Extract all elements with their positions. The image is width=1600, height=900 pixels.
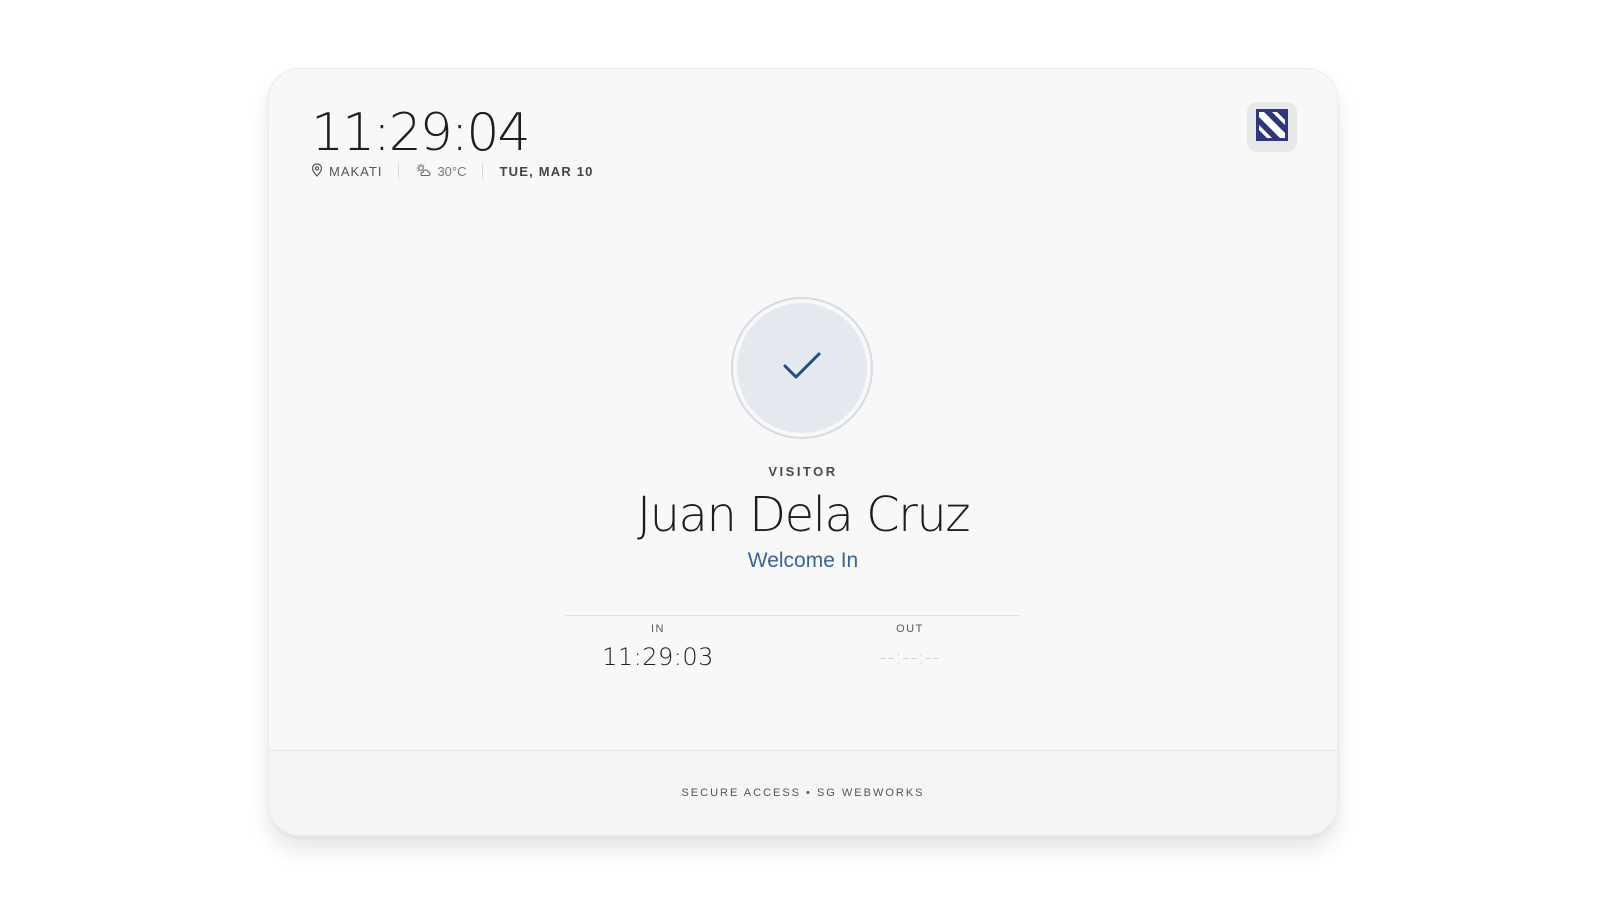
location-label: MAKATI (329, 163, 383, 179)
brand-logo-button[interactable] (1247, 102, 1297, 152)
sg-logo-icon (1256, 108, 1288, 146)
time-in-value: 11:29:03 (602, 643, 714, 671)
info-bar: MAKATI 30°C TUE, MAR 10 (311, 161, 594, 181)
weather: 30°C (415, 163, 466, 180)
time-in: IN 11:29:03 (558, 621, 758, 671)
temperature-label: 30°C (437, 163, 467, 179)
divider (482, 163, 484, 179)
time-in-label: IN (651, 623, 665, 635)
footer-text: SECURE ACCESS • SG WEBWORKS (681, 787, 925, 799)
current-time: 11:29:04 (311, 103, 531, 163)
date-label: TUE, MAR 10 (499, 163, 594, 179)
partly-cloudy-icon (415, 163, 431, 180)
time-out-value: --:--:-- (879, 645, 941, 669)
divider (398, 163, 400, 179)
success-badge-inner (737, 303, 867, 433)
footer: SECURE ACCESS • SG WEBWORKS (269, 750, 1337, 835)
greeting-message: Welcome In (747, 549, 859, 572)
visitor-role-label: VISITOR (768, 464, 838, 479)
location: MAKATI (311, 162, 383, 180)
map-pin-icon (311, 162, 323, 180)
success-badge (731, 297, 873, 439)
visitor-name: Juan Dela Cruz (636, 487, 971, 543)
times-divider (565, 615, 1021, 616)
time-out: OUT --:--:-- (810, 621, 1010, 669)
time-out-label: OUT (896, 623, 924, 635)
kiosk-card: 11:29:04 MAKATI 30°C TUE, MAR 10 VISITOR… (268, 68, 1338, 836)
check-icon (782, 350, 822, 387)
